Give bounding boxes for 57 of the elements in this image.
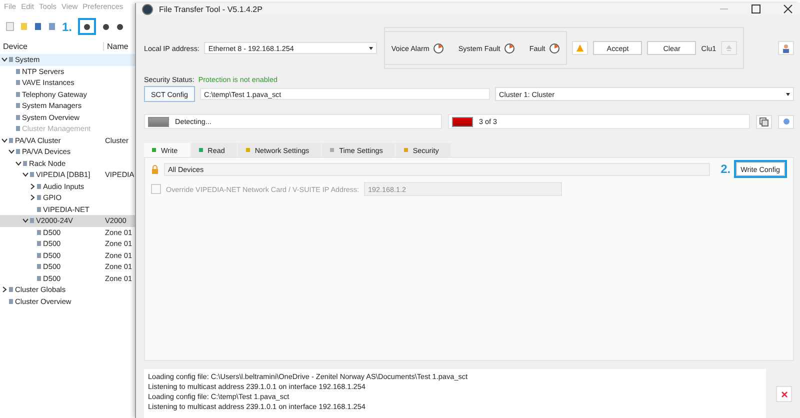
node-icon [37, 252, 41, 258]
chevron-icon[interactable] [29, 182, 36, 190]
node-icon [16, 92, 20, 97]
checkbox[interactable] [151, 184, 161, 194]
info-button[interactable] [778, 114, 794, 128]
node-icon [37, 184, 41, 189]
user-icon [782, 44, 790, 52]
chevron-icon[interactable] [15, 160, 22, 167]
node-icon [37, 195, 41, 200]
gauge-icon [549, 42, 560, 54]
column-header[interactable]: Device [0, 42, 103, 50]
node-icon [16, 80, 20, 86]
step-label: 2. [720, 162, 731, 176]
node-icon [37, 264, 41, 270]
node-icon [9, 57, 13, 62]
node-icon [9, 138, 13, 143]
node-icon [30, 172, 34, 178]
status-led-icon [148, 116, 169, 126]
chevron-icon[interactable] [1, 56, 8, 64]
window-title: File Transfer Tool - V5.1.4.2P [159, 4, 262, 14]
node-icon [16, 126, 20, 132]
node-icon [16, 68, 20, 74]
node-icon [37, 276, 41, 281]
maximize-icon[interactable] [750, 3, 762, 15]
close-icon[interactable] [782, 3, 794, 15]
node-icon [37, 230, 41, 235]
tool-button[interactable] [78, 18, 96, 35]
status-led-icon [452, 116, 473, 126]
node-icon [23, 160, 27, 166]
gauge-icon [504, 42, 516, 54]
node-icon [16, 114, 20, 120]
upload-icon [725, 44, 734, 52]
close-icon [780, 390, 788, 398]
warning-icon [576, 44, 584, 52]
dropdown-arrow-icon [369, 46, 374, 50]
node-icon [16, 103, 20, 108]
app-logo-icon [142, 4, 153, 14]
node-icon [37, 206, 41, 212]
chevron-icon[interactable] [1, 286, 8, 294]
chevron-icon[interactable] [1, 136, 8, 144]
lock-icon [151, 164, 159, 174]
dropdown-arrow-icon [786, 92, 790, 96]
node-icon [9, 287, 13, 292]
chevron-icon[interactable] [22, 217, 29, 224]
dot-icon [782, 118, 790, 125]
node-icon [16, 149, 20, 154]
node-icon [37, 241, 41, 246]
copy-icon [759, 116, 769, 126]
clear-log-button[interactable] [776, 386, 792, 402]
node-icon [30, 218, 34, 224]
chevron-icon[interactable] [22, 171, 29, 178]
chevron-icon[interactable] [29, 194, 36, 202]
node-icon [9, 298, 13, 304]
user-button[interactable] [778, 41, 794, 55]
chevron-icon[interactable] [8, 148, 15, 156]
gauge-icon [433, 42, 444, 54]
step-label: 1. [62, 20, 72, 34]
